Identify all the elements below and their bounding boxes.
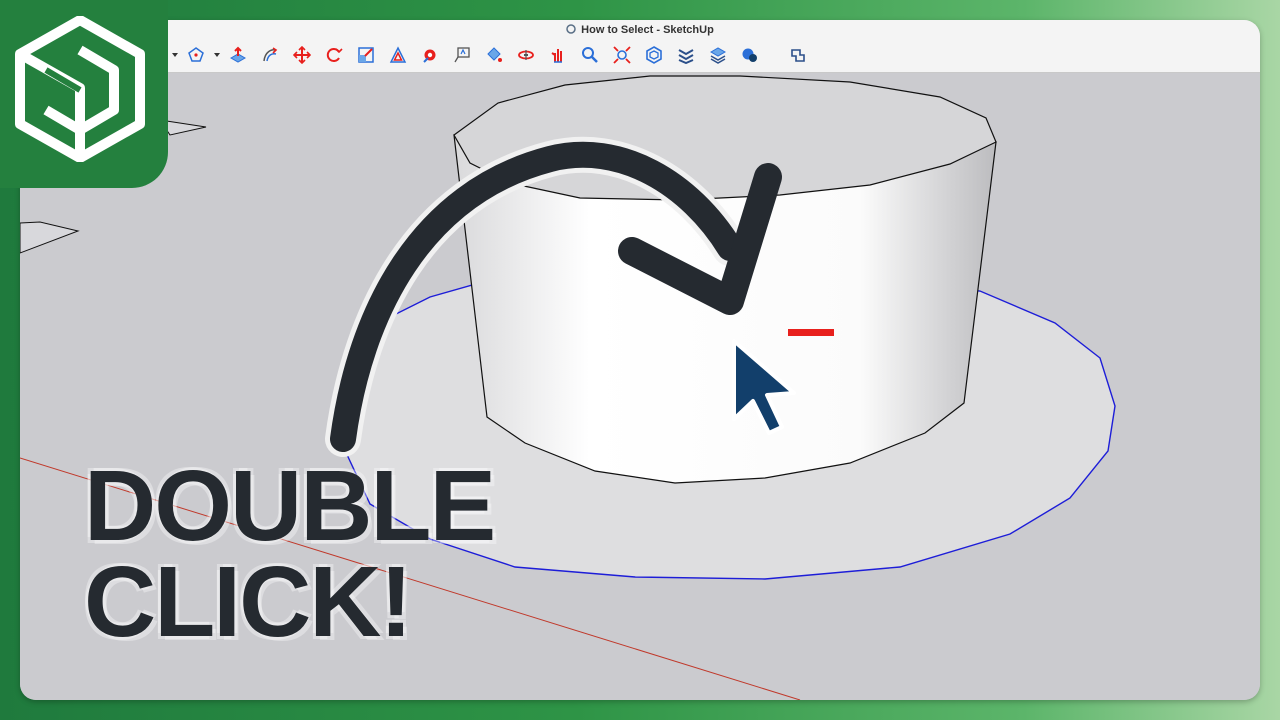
tape-measure-icon[interactable] [414,41,446,69]
flat-plane-shape [20,221,80,254]
large-tool-set-toolbar [170,41,814,69]
3d-warehouse-icon[interactable] [638,41,670,69]
headline-overlay: DOUBLE CLICK! [84,450,496,658]
sketchup-app-icon [566,24,576,34]
inference-red-dash [788,329,834,336]
layout-icon[interactable] [702,41,734,69]
zoom-extents-icon[interactable] [606,41,638,69]
push-pull-icon[interactable] [222,41,254,69]
dropdown-caret-icon[interactable] [212,41,222,69]
headline-line-1: DOUBLE [84,450,496,562]
move-icon[interactable] [286,41,318,69]
extension-manager-icon[interactable] [734,41,766,69]
extension-warehouse-icon[interactable] [670,41,702,69]
headline-line-2: CLICK! [84,546,413,658]
dropdown-caret-icon[interactable] [170,41,180,69]
trimble-connect-icon[interactable] [782,41,814,69]
polygon-icon[interactable] [180,41,212,69]
window-title-text: How to Select - SketchUp [581,24,714,36]
offset-icon[interactable] [382,41,414,69]
orbit-icon[interactable] [510,41,542,69]
sketchup-logo-icon [15,16,145,162]
text-icon[interactable] [446,41,478,69]
scale-icon[interactable] [350,41,382,69]
pan-icon[interactable] [542,41,574,69]
follow-me-icon[interactable] [254,41,286,69]
paint-bucket-icon[interactable] [478,41,510,69]
title-bar: How to Select - SketchUp [20,20,1260,73]
sketchup-logo [0,0,168,188]
zoom-icon[interactable] [574,41,606,69]
rotate-icon[interactable] [318,41,350,69]
window-title: How to Select - SketchUp [20,24,1260,36]
